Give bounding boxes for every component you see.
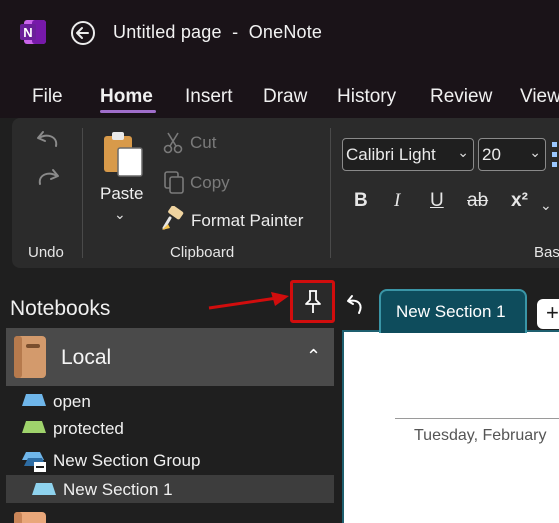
bullets-icon[interactable]	[552, 140, 559, 170]
section-tab-label: New Section 1	[396, 302, 506, 321]
section-tab-icon	[32, 483, 56, 495]
page-title: Untitled page	[113, 22, 222, 42]
onenote-icon: N	[20, 20, 46, 44]
back-navigate-icon[interactable]	[345, 293, 365, 317]
basic-text-group-label: Bas	[534, 244, 559, 261]
undo-group-label: Undo	[28, 244, 64, 261]
notebooks-title: Notebooks	[10, 297, 111, 320]
app-name: OneNote	[248, 22, 323, 42]
page-date: Tuesday, February	[414, 427, 547, 444]
title-separator: -	[232, 22, 239, 42]
section-group[interactable]: New Section Group	[53, 451, 200, 471]
svg-text:N: N	[23, 25, 32, 40]
italic-button[interactable]: I	[394, 190, 400, 212]
paste-icon[interactable]	[100, 130, 146, 178]
section-group-icon	[22, 452, 46, 472]
chevron-down-icon: ⌄	[529, 144, 541, 160]
section-open[interactable]: open	[53, 392, 91, 412]
scissors-icon	[163, 132, 183, 154]
menu-draw[interactable]: Draw	[263, 86, 307, 108]
menu-home[interactable]: Home	[100, 86, 153, 108]
window-title: Untitled page - OneNote	[113, 22, 322, 43]
section-tab-icon	[22, 394, 46, 406]
chevron-down-icon: ⌄	[457, 144, 469, 160]
section-protected[interactable]: protected	[53, 419, 124, 439]
brush-icon	[162, 206, 184, 230]
notebook-icon	[14, 512, 46, 523]
copy-icon	[164, 171, 184, 194]
paste-options-chevron-icon[interactable]: ⌄	[114, 206, 126, 223]
ribbon-divider	[82, 128, 83, 258]
chevron-up-icon[interactable]: ⌃	[306, 346, 321, 367]
paste-button[interactable]: Paste	[100, 184, 143, 204]
pin-notebook-pane-button[interactable]	[290, 280, 335, 323]
notebook-icon	[14, 336, 46, 378]
font-size-select[interactable]: 20 ⌄	[478, 138, 546, 171]
menu-view[interactable]: View	[520, 86, 559, 108]
annotation-arrow	[208, 292, 289, 310]
section-new-section-1[interactable]: New Section 1	[63, 480, 173, 500]
title-underline	[395, 418, 559, 419]
menu-review[interactable]: Review	[430, 86, 492, 108]
bold-button[interactable]: B	[354, 190, 368, 212]
undo-icon[interactable]	[34, 128, 62, 154]
active-tab-indicator	[100, 110, 156, 113]
copy-button[interactable]: Copy	[190, 173, 230, 193]
ribbon-divider	[330, 128, 331, 258]
superscript-button[interactable]: x²	[511, 190, 528, 212]
cut-button[interactable]: Cut	[190, 133, 216, 153]
menu-history[interactable]: History	[337, 86, 396, 108]
back-arrow-icon[interactable]	[70, 20, 96, 46]
clipboard-group-label: Clipboard	[170, 244, 235, 261]
section-tab-icon	[22, 421, 46, 433]
pin-icon	[305, 290, 321, 313]
strikethrough-button[interactable]: ab	[467, 190, 488, 212]
font-size-value: 20	[482, 145, 501, 164]
underline-button[interactable]: U	[430, 190, 444, 212]
superscript-options-chevron-icon[interactable]: ⌄	[540, 197, 552, 214]
redo-icon[interactable]	[34, 166, 62, 192]
format-painter-button[interactable]: Format Painter	[191, 211, 303, 231]
menu-insert[interactable]: Insert	[185, 86, 233, 108]
notebook-header[interactable]	[6, 328, 334, 386]
font-name-value: Calibri Light	[346, 145, 436, 164]
notebook-name: Local	[61, 346, 112, 369]
font-name-select[interactable]: Calibri Light ⌄	[342, 138, 474, 171]
menu-file[interactable]: File	[32, 86, 63, 108]
plus-icon: +	[546, 300, 559, 325]
